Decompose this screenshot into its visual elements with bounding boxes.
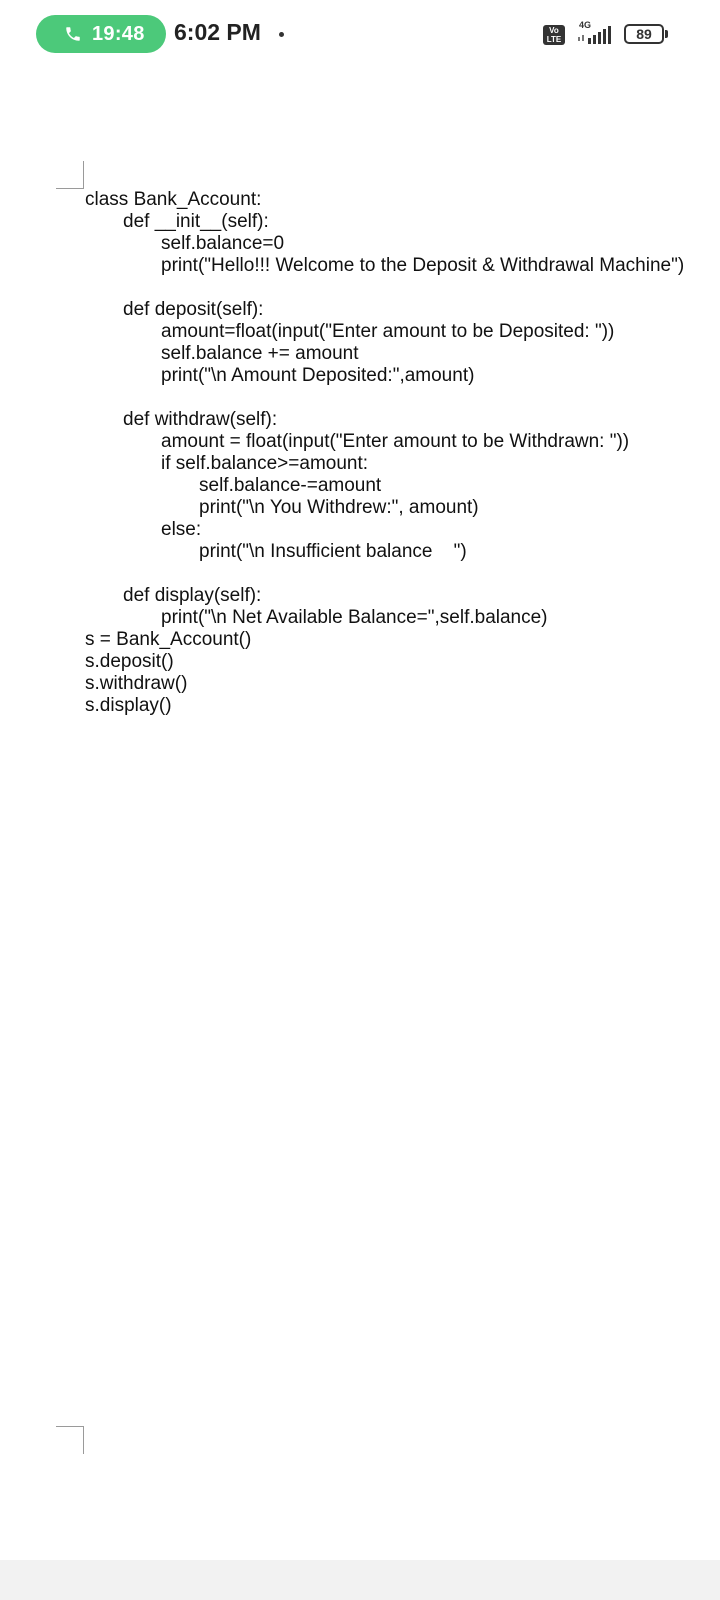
code-content[interactable]: class Bank_Account: def __init__(self): se…	[85, 189, 684, 717]
code-line: s.display()	[85, 695, 172, 716]
code-line: def withdraw(self):	[123, 409, 278, 430]
phone-icon	[66, 27, 80, 41]
battery-tip	[665, 30, 668, 38]
code-line: print("\n Net Available Balance=",self.b…	[161, 607, 548, 628]
signal-strength-icon	[578, 26, 611, 44]
page-margin-marker-bottom	[56, 1426, 84, 1454]
code-line: s = Bank_Account()	[85, 629, 252, 650]
call-duration: 19:48	[92, 22, 145, 45]
code-line: self.balance-=amount	[199, 475, 382, 496]
status-bar: 19:48 6:02 PM Vo LTE 4G 89	[0, 0, 720, 70]
code-line: def display(self):	[123, 585, 262, 606]
code-line: print("\n Amount Deposited:",amount)	[161, 365, 475, 386]
code-line: s.withdraw()	[85, 673, 188, 694]
code-line: self.balance += amount	[161, 343, 359, 364]
code-line: def deposit(self):	[123, 299, 264, 320]
code-line: if self.balance>=amount:	[161, 453, 369, 474]
ongoing-call-pill[interactable]: 19:48	[36, 15, 166, 53]
code-line: print("Hello!!! Welcome to the Deposit &…	[161, 255, 685, 276]
code-line: def __init__(self):	[123, 211, 269, 232]
volte-icon: Vo LTE	[543, 25, 565, 45]
code-line: print("\n Insufficient balance ")	[199, 541, 467, 562]
code-line: else:	[161, 519, 202, 540]
battery-icon: 89	[624, 24, 664, 44]
battery-level: 89	[636, 26, 652, 42]
code-line: print("\n You Withdrew:", amount)	[199, 497, 479, 518]
code-line: class Bank_Account:	[85, 189, 262, 210]
bottom-bar	[0, 1560, 720, 1600]
code-line: s.deposit()	[85, 651, 174, 672]
code-line: self.balance=0	[161, 233, 285, 254]
document-page[interactable]: class Bank_Account: def __init__(self): se…	[0, 70, 720, 1560]
notification-dot	[279, 32, 284, 37]
page-margin-marker-top	[56, 161, 84, 189]
code-line: amount=float(input("Enter amount to be D…	[161, 321, 615, 342]
code-line: amount = float(input("Enter amount to be…	[161, 431, 630, 452]
status-clock: 6:02 PM	[174, 19, 261, 45]
